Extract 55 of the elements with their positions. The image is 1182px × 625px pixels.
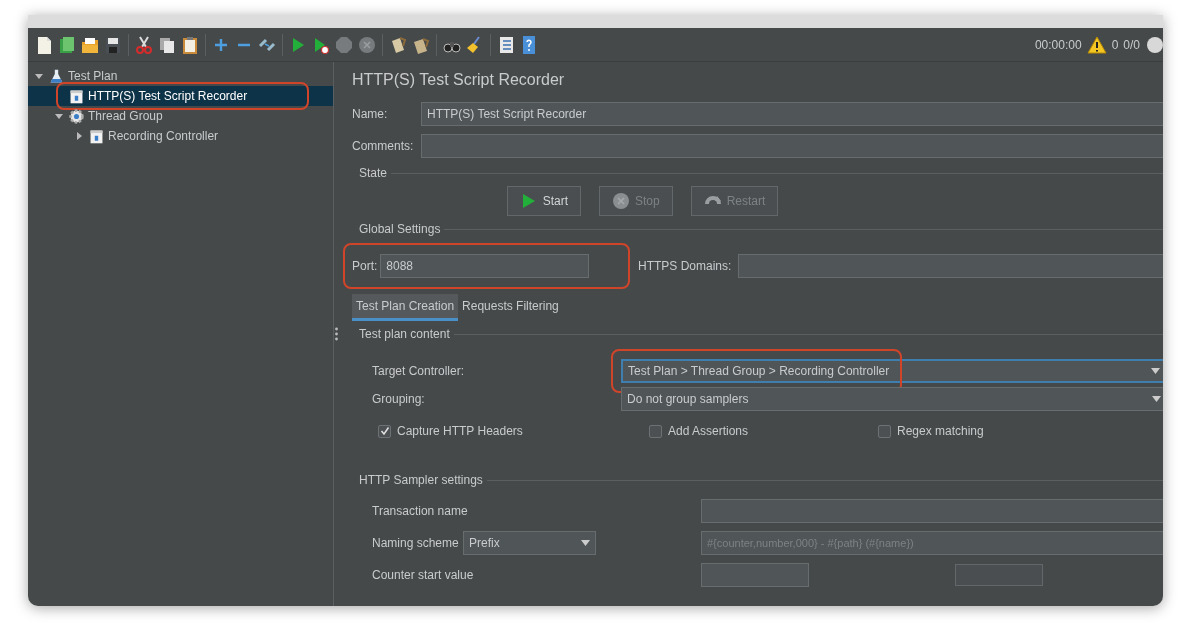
splitter-handle-icon[interactable] <box>334 327 339 341</box>
panel-title: HTTP(S) Test Script Recorder <box>352 70 566 90</box>
counter-start-field[interactable] <box>701 563 809 587</box>
checkbox[interactable] <box>878 424 891 438</box>
section-title: Global Settings <box>359 220 1163 238</box>
field-label: Transaction name <box>371 503 469 520</box>
state-button[interactable]: Start <box>506 186 581 216</box>
checkbox-label: Capture HTTP Headers <box>397 423 523 440</box>
field-label: Name: <box>352 106 389 123</box>
book-icon[interactable] <box>57 34 77 55</box>
x-circle-icon <box>612 192 630 210</box>
dropdown-arrow-icon[interactable] <box>581 540 590 546</box>
target-controller-select[interactable]: Test Plan > Thread Group > Recording Controller <box>621 359 1163 383</box>
flask-icon <box>48 67 65 85</box>
thread-count: 0/0 <box>1123 36 1140 54</box>
elapsed-time: 00:00:00 <box>1034 36 1082 54</box>
transaction-name-field[interactable] <box>701 499 1163 523</box>
field-label: Naming scheme <box>371 535 460 552</box>
name-field[interactable]: HTTP(S) Test Script Recorder <box>421 102 1163 126</box>
section-title: Test plan content <box>359 325 1163 343</box>
checkbox-label: Add Assertions <box>668 423 749 440</box>
checkbox-label: Regex matching <box>897 423 984 440</box>
circle-icon[interactable] <box>1145 34 1163 55</box>
x-circle-icon[interactable] <box>357 34 377 55</box>
comments-field[interactable] <box>421 134 1163 158</box>
gear-icon <box>68 107 85 125</box>
https-domains-field[interactable] <box>738 254 1163 278</box>
caret-icon[interactable] <box>54 111 64 121</box>
naming-scheme-select[interactable]: Prefix <box>463 531 596 555</box>
tree-item[interactable]: Test Plan <box>28 66 333 86</box>
clipboard-icon[interactable] <box>180 34 200 55</box>
field-label: Comments: <box>352 138 415 155</box>
field-label: Grouping: <box>371 391 426 408</box>
field-label: Counter start value <box>371 567 475 584</box>
section-title: HTTP Sampler settings <box>359 471 1163 489</box>
warning-count: 0 <box>1111 36 1119 54</box>
section-title: State <box>359 164 1163 182</box>
caret-icon[interactable] <box>34 71 44 81</box>
tree-item[interactable]: Recording Controller <box>28 126 333 146</box>
field-label: HTTPS Domains: <box>638 258 733 275</box>
checkbox[interactable] <box>649 424 662 438</box>
tree-item[interactable]: Thread Group <box>28 106 333 126</box>
dropdown-arrow-icon[interactable] <box>1152 396 1161 402</box>
caret-icon[interactable] <box>74 131 84 141</box>
check-icon <box>379 426 390 436</box>
field-label: Target Controller: <box>371 363 466 380</box>
tab[interactable]: Test Plan Creation <box>352 294 459 321</box>
scissors-icon[interactable] <box>134 34 154 55</box>
grouping-select[interactable]: Do not group samplers <box>621 387 1163 411</box>
tab[interactable]: Requests Filtering <box>458 294 563 321</box>
field-label: Port: <box>352 258 378 275</box>
checkbox[interactable] <box>378 424 391 438</box>
warning-icon[interactable] <box>1086 34 1107 55</box>
port-field[interactable]: 8088 <box>380 254 590 278</box>
dropdown-arrow-icon[interactable] <box>1151 368 1160 374</box>
